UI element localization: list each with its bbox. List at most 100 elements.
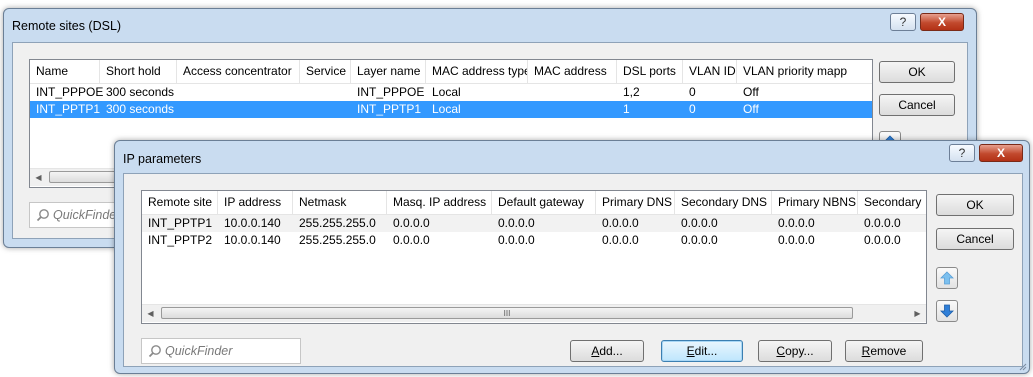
- remove-label: emove: [870, 344, 907, 358]
- edit-button[interactable]: Edit...: [661, 340, 743, 362]
- cell: 300 seconds: [106, 102, 175, 116]
- cell: 0.0.0.0: [778, 233, 815, 247]
- col-mac-address-type[interactable]: MAC address type: [426, 60, 528, 83]
- cell: 0.0.0.0: [864, 233, 901, 247]
- quickfinder-placeholder: QuickFinder: [165, 344, 233, 358]
- help-button[interactable]: ?: [949, 144, 975, 162]
- edit-label: dit...: [694, 344, 718, 358]
- cell: INT_PPPOE: [36, 85, 104, 99]
- remote-sites-header: Name Short hold Access concentrator Serv…: [30, 60, 872, 84]
- remove-button[interactable]: Remove: [845, 340, 923, 362]
- resize-grip-icon[interactable]: [1017, 361, 1027, 371]
- ip-parameters-client: Remote site IP address Netmask Masq. IP …: [123, 173, 1023, 367]
- cell: 1: [623, 102, 630, 116]
- quickfinder-placeholder: QuickFinder: [53, 208, 121, 222]
- cell: 255.255.255.0: [299, 216, 376, 230]
- cell: 0.0.0.0: [602, 233, 639, 247]
- cell: 1,2: [623, 85, 640, 99]
- cell: 0.0.0.0: [393, 216, 430, 230]
- table-row-selected[interactable]: INT_PPTP1 300 seconds INT_PPTP1 Local 1 …: [30, 101, 872, 118]
- copy-button[interactable]: Copy...: [758, 340, 832, 362]
- col-access-concentrator[interactable]: Access concentrator: [177, 60, 300, 83]
- cell: Off: [743, 102, 759, 116]
- copy-accel: C: [776, 344, 786, 358]
- cell: 0.0.0.0: [681, 216, 718, 230]
- cell: 0.0.0.0: [864, 216, 901, 230]
- add-label: dd...: [599, 344, 623, 358]
- col-vlan-id[interactable]: VLAN ID: [683, 60, 737, 83]
- ip-parameters-header: Remote site IP address Netmask Masq. IP …: [142, 191, 926, 215]
- table-row[interactable]: INT_PPTP1 10.0.0.140 255.255.255.0 0.0.0…: [142, 215, 926, 232]
- col-secondary-dns[interactable]: Secondary DNS: [675, 191, 772, 214]
- scroll-thumb[interactable]: III: [161, 307, 853, 319]
- ok-button[interactable]: OK: [936, 194, 1014, 216]
- table-row[interactable]: INT_PPTP2 10.0.0.140 255.255.255.0 0.0.0…: [142, 232, 926, 249]
- search-icon: [148, 345, 161, 358]
- col-vlan-priority[interactable]: VLAN priority mapp: [737, 60, 872, 83]
- cell: Off: [743, 85, 759, 99]
- search-icon: [36, 209, 49, 222]
- cell: 255.255.255.0: [299, 233, 376, 247]
- col-masq-ip[interactable]: Masq. IP address: [387, 191, 492, 214]
- close-button[interactable]: X: [920, 13, 964, 31]
- cell: 0: [689, 85, 696, 99]
- ip-parameters-window: IP parameters ? X Remote site IP address…: [114, 140, 1030, 374]
- col-dsl-ports[interactable]: DSL ports: [617, 60, 683, 83]
- close-icon: X: [937, 15, 946, 29]
- cell: 0: [689, 102, 696, 116]
- col-ip-address[interactable]: IP address: [218, 191, 293, 214]
- col-secondary-nbns[interactable]: Secondary: [858, 191, 926, 214]
- col-netmask[interactable]: Netmask: [293, 191, 387, 214]
- ip-parameters-title: IP parameters: [123, 152, 202, 166]
- copy-label: opy...: [785, 344, 814, 358]
- cancel-button[interactable]: Cancel: [879, 94, 955, 116]
- move-up-button[interactable]: [936, 267, 958, 289]
- scroll-thumb[interactable]: [49, 171, 119, 183]
- col-name[interactable]: Name: [30, 60, 100, 83]
- cell: INT_PPTP1: [357, 102, 422, 116]
- add-button[interactable]: Add...: [570, 340, 644, 362]
- col-primary-nbns[interactable]: Primary NBNS: [772, 191, 858, 214]
- cell: 0.0.0.0: [393, 233, 430, 247]
- cell: 0.0.0.0: [498, 216, 535, 230]
- arrow-down-icon: [940, 304, 954, 318]
- close-button[interactable]: X: [979, 144, 1023, 162]
- cell: Local: [432, 85, 461, 99]
- cell: 0.0.0.0: [602, 216, 639, 230]
- close-icon: X: [996, 146, 1005, 160]
- table-row[interactable]: INT_PPPOE 300 seconds INT_PPPOE Local 1,…: [30, 84, 872, 101]
- scroll-left-icon[interactable]: ◀: [142, 305, 159, 322]
- col-service[interactable]: Service: [300, 60, 351, 83]
- move-down-button[interactable]: [936, 300, 958, 322]
- scroll-left-icon[interactable]: ◀: [30, 169, 47, 186]
- col-primary-dns[interactable]: Primary DNS: [596, 191, 675, 214]
- col-default-gateway[interactable]: Default gateway: [492, 191, 596, 214]
- col-mac-address[interactable]: MAC address: [528, 60, 617, 83]
- scroll-grip: III: [503, 308, 511, 318]
- cell: 0.0.0.0: [498, 233, 535, 247]
- remove-accel: R: [861, 344, 871, 358]
- col-remote-site[interactable]: Remote site: [142, 191, 218, 214]
- col-layer-name[interactable]: Layer name: [351, 60, 426, 83]
- scroll-right-icon[interactable]: ▶: [909, 305, 926, 322]
- ok-button[interactable]: OK: [879, 61, 955, 83]
- cell: 300 seconds: [106, 85, 175, 99]
- arrow-up-icon: [940, 271, 954, 285]
- col-short-hold[interactable]: Short hold: [100, 60, 177, 83]
- help-icon: ?: [958, 146, 966, 160]
- edit-accel: E: [686, 344, 695, 358]
- ip-parameters-table[interactable]: Remote site IP address Netmask Masq. IP …: [141, 190, 927, 324]
- cell: INT_PPTP2: [148, 233, 213, 247]
- help-button[interactable]: ?: [890, 13, 916, 31]
- cell: INT_PPTP1: [36, 102, 101, 116]
- horizontal-scrollbar[interactable]: ◀ III ▶: [142, 304, 926, 322]
- help-icon: ?: [899, 15, 907, 29]
- remote-sites-title: Remote sites (DSL): [12, 19, 122, 33]
- cell: 10.0.0.140: [224, 233, 281, 247]
- cell: 0.0.0.0: [778, 216, 815, 230]
- quickfinder-input[interactable]: QuickFinder: [141, 338, 301, 364]
- cell: 0.0.0.0: [681, 233, 718, 247]
- cancel-button[interactable]: Cancel: [936, 228, 1014, 250]
- cell: INT_PPTP1: [148, 216, 213, 230]
- add-accel: A: [591, 344, 600, 358]
